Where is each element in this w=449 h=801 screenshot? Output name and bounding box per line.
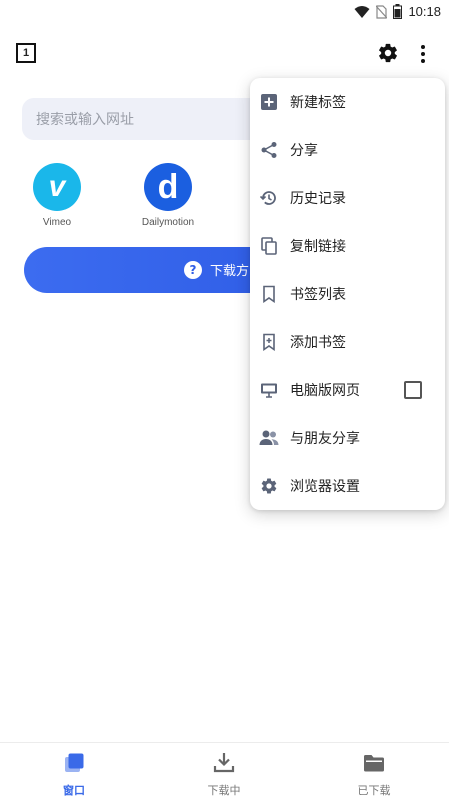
nav-label: 已下载	[357, 784, 391, 797]
battery-icon	[393, 4, 403, 19]
menu-item-add-bookmark[interactable]: 添加书签	[250, 318, 445, 366]
status-icons: 10:18	[354, 4, 441, 19]
wifi-icon	[354, 5, 370, 18]
menu-item-share[interactable]: 分享	[250, 126, 445, 174]
status-bar: 10:18	[0, 0, 449, 26]
menu-item-bookmarks[interactable]: 书签列表	[250, 270, 445, 318]
menu-item-browser-settings[interactable]: 浏览器设置	[250, 462, 445, 510]
vimeo-logo: v	[33, 163, 81, 211]
menu-item-label: 分享	[290, 143, 318, 159]
menu-item-label: 浏览器设置	[290, 479, 360, 495]
bookmark-add-icon	[259, 332, 279, 352]
bottom-nav: 窗口 下载中 已下载	[0, 742, 449, 801]
status-time: 10:18	[408, 4, 441, 19]
shortcut-label: Vimeo	[42, 217, 72, 228]
more-vert-icon[interactable]	[418, 44, 428, 64]
nav-label: 下载中	[207, 784, 241, 797]
menu-item-share-friends[interactable]: 与朋友分享	[250, 414, 445, 462]
folder-icon	[364, 755, 384, 772]
nav-tab-downloading[interactable]: 下载中	[184, 751, 264, 798]
copy-icon	[259, 236, 279, 256]
help-icon: ?	[184, 260, 202, 279]
menu-item-desktop-site[interactable]: 电脑版网页	[250, 366, 445, 414]
nav-tab-windows[interactable]: 窗口	[34, 751, 114, 798]
menu-item-history[interactable]: 历史记录	[250, 174, 445, 222]
menu-item-label: 添加书签	[290, 335, 346, 351]
windows-icon	[65, 753, 84, 772]
history-icon	[259, 188, 279, 208]
people-icon	[259, 428, 279, 448]
no-sim-icon	[376, 4, 388, 19]
menu-item-label: 书签列表	[290, 287, 346, 303]
monitor-icon	[259, 380, 279, 400]
gear-icon	[259, 476, 279, 496]
menu-item-label: 历史记录	[290, 191, 346, 207]
bookmark-icon	[259, 284, 279, 304]
banner-text: 下载方	[210, 264, 250, 279]
shortcut-dailymotion[interactable]: d Dailymotion	[128, 163, 208, 228]
menu-item-label: 新建标签	[290, 95, 346, 111]
dailymotion-logo: d	[144, 163, 192, 211]
search-placeholder: 搜索或输入网址	[36, 112, 134, 128]
menu-item-label: 与朋友分享	[290, 431, 360, 447]
overflow-menu: 新建标签 分享 历史记录 复制链接 书签列表 添加书签 电脑版网页 与朋友分享 …	[250, 78, 445, 510]
nav-tab-downloaded[interactable]: 已下载	[334, 751, 414, 798]
add-box-icon	[259, 92, 279, 112]
menu-item-label: 电脑版网页	[290, 383, 360, 399]
share-icon	[259, 140, 279, 160]
nav-label: 窗口	[63, 784, 85, 797]
menu-item-copy-link[interactable]: 复制链接	[250, 222, 445, 270]
menu-item-new-tab[interactable]: 新建标签	[250, 78, 445, 126]
shortcut-label: Dailymotion	[141, 217, 195, 228]
tab-count-button[interactable]: 1	[16, 43, 36, 63]
menu-item-label: 复制链接	[290, 239, 346, 255]
gear-icon[interactable]	[377, 42, 399, 64]
download-icon	[213, 753, 235, 773]
shortcut-vimeo[interactable]: v Vimeo	[17, 163, 97, 228]
desktop-site-checkbox[interactable]	[404, 381, 422, 399]
